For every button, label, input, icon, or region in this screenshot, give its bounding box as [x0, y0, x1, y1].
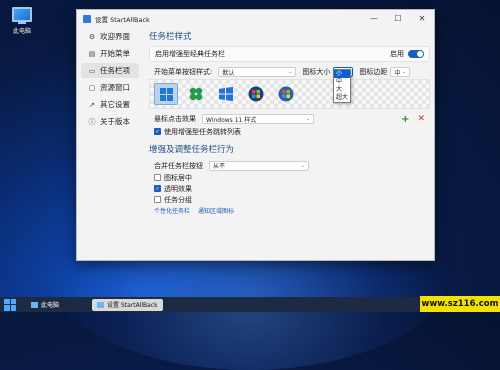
- icon-size-dropdown: 小 中 大 超大: [333, 69, 351, 103]
- icon-size-option[interactable]: 超大: [334, 94, 350, 102]
- sidebar-item-start-menu[interactable]: ▤ 开始菜单: [81, 46, 139, 61]
- add-icon[interactable]: +: [401, 114, 409, 125]
- gear-icon: ⚙: [88, 32, 96, 41]
- jumplist-row: ✓ 使用增强型任务跳转列表: [149, 126, 430, 137]
- links-row: 个性化任务栏 通知区域图标: [149, 205, 430, 216]
- icon-size-option[interactable]: 小: [334, 70, 350, 78]
- start-button-style-label: 开始菜单按钮样式:: [154, 68, 213, 76]
- vista-orb-icon: [248, 86, 264, 102]
- chevron-down-icon: ⌄: [288, 69, 293, 75]
- remove-icon[interactable]: ✕: [417, 114, 425, 124]
- click-effect-select[interactable]: Windows 11 样式 ⌄: [202, 114, 314, 124]
- start-button-flower[interactable]: [184, 83, 208, 105]
- sidebar-item-taskbar[interactable]: ▭ 任务栏项: [81, 63, 139, 78]
- jumplist-checkbox[interactable]: ✓: [154, 128, 161, 135]
- sidebar-item-label: 任务栏项: [100, 66, 130, 75]
- sidebar-item-label: 其它设置: [100, 100, 130, 109]
- watermark: www.sz116.com: [420, 296, 500, 312]
- check-label: 任务分组: [164, 195, 192, 204]
- check-row-grouping: 任务分组: [149, 194, 430, 205]
- center-icons-checkbox[interactable]: [154, 174, 161, 181]
- maximize-button[interactable]: ☐: [386, 10, 410, 27]
- start-button-gallery: [149, 79, 430, 109]
- window-title: 设置 StartAllBack: [95, 15, 150, 24]
- start-style-row: 开始菜单按钮样式: 默认 ⌄ 图标大小 小 ⌄ 图标边距 中 ⌄: [149, 65, 430, 79]
- combine-label: 合并任务栏按钮: [154, 161, 203, 170]
- taskbar-item-this-pc[interactable]: 此电脑: [26, 299, 64, 311]
- grouping-checkbox[interactable]: [154, 196, 161, 203]
- info-icon: ⓘ: [88, 117, 96, 126]
- this-pc-icon: [31, 301, 38, 308]
- sidebar: ⚙ 欢迎界面 ▤ 开始菜单 ▭ 任务栏项 ▢ 资源窗口 ↗ 其它设置 ⓘ 关于版…: [77, 27, 143, 131]
- combine-row: 合并任务栏按钮 从不 ⌄: [149, 159, 430, 172]
- sidebar-item-label: 关于版本: [100, 117, 130, 126]
- icon-size-option[interactable]: 中: [334, 78, 350, 86]
- desktop-icon-label: 此电脑: [12, 28, 31, 35]
- icon-size-label: 图标大小: [302, 68, 331, 76]
- combine-select[interactable]: 从不 ⌄: [209, 160, 309, 171]
- transparency-checkbox[interactable]: ✓: [154, 185, 161, 192]
- check-row-transparency: ✓ 透明效果: [149, 183, 430, 194]
- sidebar-item-label: 欢迎界面: [100, 32, 130, 41]
- start-button-windows-10[interactable]: [214, 83, 238, 105]
- check-row-center: 图标居中: [149, 172, 430, 183]
- icon-margin-select[interactable]: 中 ⌄: [390, 67, 411, 77]
- check-label: 图标居中: [164, 173, 192, 182]
- start-button-xp-orb[interactable]: [274, 83, 298, 105]
- content-pane: 任务栏样式 启用增强型经典任务栏 启用 开始菜单按钮样式: 默认 ⌄ 图标大小 …: [147, 27, 432, 216]
- icon-margin-label: 图标边距: [359, 68, 388, 76]
- enhanced-classic-toggle[interactable]: [408, 50, 424, 58]
- taskbar-icon: ▭: [88, 66, 96, 75]
- settings-window: 设置 StartAllBack — ☐ ✕ ⚙ 欢迎界面 ▤ 开始菜单 ▭ 任务…: [76, 9, 435, 261]
- windows-11-logo-icon: [159, 87, 173, 101]
- start-button-windows-11[interactable]: [154, 83, 178, 105]
- minimize-button[interactable]: —: [362, 10, 386, 27]
- close-button[interactable]: ✕: [410, 10, 434, 27]
- check-label: 透明效果: [164, 184, 192, 193]
- title-bar[interactable]: 设置 StartAllBack — ☐ ✕: [77, 10, 434, 27]
- sidebar-item-explorer[interactable]: ▢ 资源窗口: [81, 80, 139, 95]
- sidebar-item-welcome[interactable]: ⚙ 欢迎界面: [81, 29, 139, 44]
- app-icon: [83, 14, 91, 23]
- start-button[interactable]: [4, 298, 16, 311]
- jumplist-label: 使用增强型任务跳转列表: [164, 127, 241, 136]
- settings-app-icon: [97, 301, 105, 308]
- sidebar-item-about[interactable]: ⓘ 关于版本: [81, 114, 139, 129]
- start-button-style-select[interactable]: 默认 ⌄: [218, 67, 297, 77]
- folder-icon: ▢: [88, 83, 96, 92]
- enhanced-classic-row: 启用增强型经典任务栏 启用: [149, 46, 430, 62]
- sidebar-item-label: 资源窗口: [100, 83, 130, 92]
- sidebar-item-other[interactable]: ↗ 其它设置: [81, 97, 139, 112]
- taskbar-item-settings[interactable]: 设置 StartAllBack: [92, 298, 163, 311]
- windows-10-logo-icon: [219, 87, 233, 101]
- chevron-down-icon: ⌄: [300, 162, 305, 169]
- section-title-taskbar-style: 任务栏样式: [149, 32, 192, 42]
- flower-logo-icon: [189, 87, 203, 101]
- personalize-taskbar-link[interactable]: 个性化任务栏: [154, 206, 190, 215]
- enhanced-classic-label: 启用增强型经典任务栏: [155, 50, 225, 58]
- start-menu-icon: ▤: [88, 49, 96, 58]
- click-effect-row: 悬标点击效果 Windows 11 样式 ⌄ + ✕: [149, 112, 430, 126]
- start-button-vista-orb[interactable]: [244, 83, 268, 105]
- section-title-enhance: 增强及调整任务栏行为: [149, 145, 235, 155]
- desktop-icon-this-pc[interactable]: 此电脑: [5, 7, 39, 35]
- chevron-down-icon: ⌄: [402, 69, 407, 75]
- sidebar-item-label: 开始菜单: [100, 49, 130, 58]
- monitor-icon: [12, 7, 32, 22]
- chevron-down-icon: ⌄: [305, 116, 310, 122]
- click-effect-label: 悬标点击效果: [154, 115, 196, 123]
- settings-icon: ↗: [89, 100, 95, 109]
- enhanced-classic-state: 启用: [390, 50, 404, 58]
- icon-size-option[interactable]: 大: [334, 86, 350, 94]
- tray-icons-link[interactable]: 通知区域图标: [198, 206, 234, 215]
- xp-orb-icon: [278, 86, 294, 102]
